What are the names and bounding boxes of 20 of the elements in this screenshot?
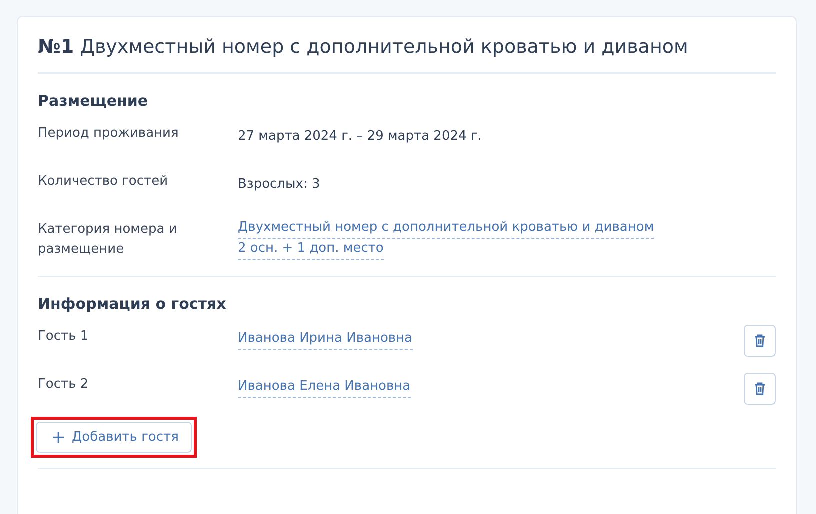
guest-label: Гость 1 <box>38 328 90 346</box>
delete-button[interactable] <box>744 372 776 405</box>
guest-name-link[interactable]: Иванова Елена Ивановна <box>238 376 411 398</box>
field-value: Взрослых: 3 <box>238 176 320 194</box>
field-label: Период проживания <box>38 124 180 143</box>
field-label: Количество гостей <box>38 172 170 191</box>
add-guest-button[interactable]: Добавить гостя <box>36 422 192 453</box>
guest-name-link[interactable]: Иванова Ирина Ивановна <box>238 328 413 350</box>
delete-button[interactable] <box>744 324 776 357</box>
room-link[interactable]: Двухместный номер с дополнительной кроватью и диваном <box>238 218 654 239</box>
plus-icon <box>53 432 64 443</box>
guest-label: Гость 2 <box>38 376 90 394</box>
field-value: 27 марта 2024 г. – 29 марта 2024 г. <box>238 128 482 146</box>
field-label: Категория номера и размещение <box>38 220 178 259</box>
section-heading: Информация о гостях <box>38 294 228 315</box>
room-title: №1 Двухместный номер с дополнительной кроватью и диваном <box>38 35 776 74</box>
trash-icon <box>754 382 766 396</box>
trash-icon <box>754 334 766 348</box>
room-link[interactable]: 2 осн. + 1 доп. место <box>238 238 384 260</box>
section-heading: Размещение <box>38 90 150 112</box>
